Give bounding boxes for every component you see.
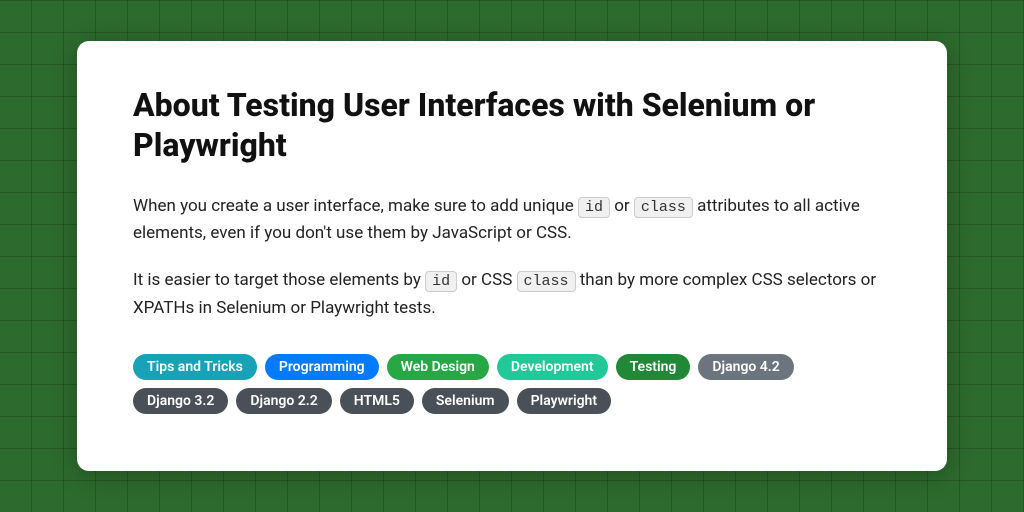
code-class-2: class: [517, 271, 576, 292]
para1-text-middle: or: [610, 196, 634, 216]
tag-item[interactable]: Development: [497, 354, 608, 380]
tag-item[interactable]: Testing: [616, 354, 691, 380]
tag-item[interactable]: Programming: [265, 354, 379, 380]
tags-container: Tips and Tricks Programming Web Design Deve…: [133, 354, 891, 414]
page-title: About Testing User Interfaces with Selen…: [133, 85, 891, 165]
tag-item[interactable]: Tips and Tricks: [133, 354, 257, 380]
paragraph-2: It is easier to target those elements by…: [133, 267, 891, 321]
tag-item[interactable]: HTML5: [340, 388, 414, 414]
para1-text-before: When you create a user interface, make s…: [133, 196, 578, 216]
code-id-1: id: [578, 197, 610, 218]
code-id-2: id: [425, 271, 457, 292]
tag-item[interactable]: Django 4.2: [698, 354, 793, 380]
para2-text-before: It is easier to target those elements by: [133, 270, 425, 290]
code-class-1: class: [634, 197, 693, 218]
tag-item[interactable]: Django 2.2: [236, 388, 331, 414]
tag-item[interactable]: Django 3.2: [133, 388, 228, 414]
para2-text-middle: or CSS: [457, 270, 516, 290]
tag-item[interactable]: Playwright: [517, 388, 611, 414]
main-card: About Testing User Interfaces with Selen…: [77, 41, 947, 471]
tag-item[interactable]: Selenium: [422, 388, 509, 414]
paragraph-1: When you create a user interface, make s…: [133, 193, 891, 247]
tag-item[interactable]: Web Design: [387, 354, 489, 380]
